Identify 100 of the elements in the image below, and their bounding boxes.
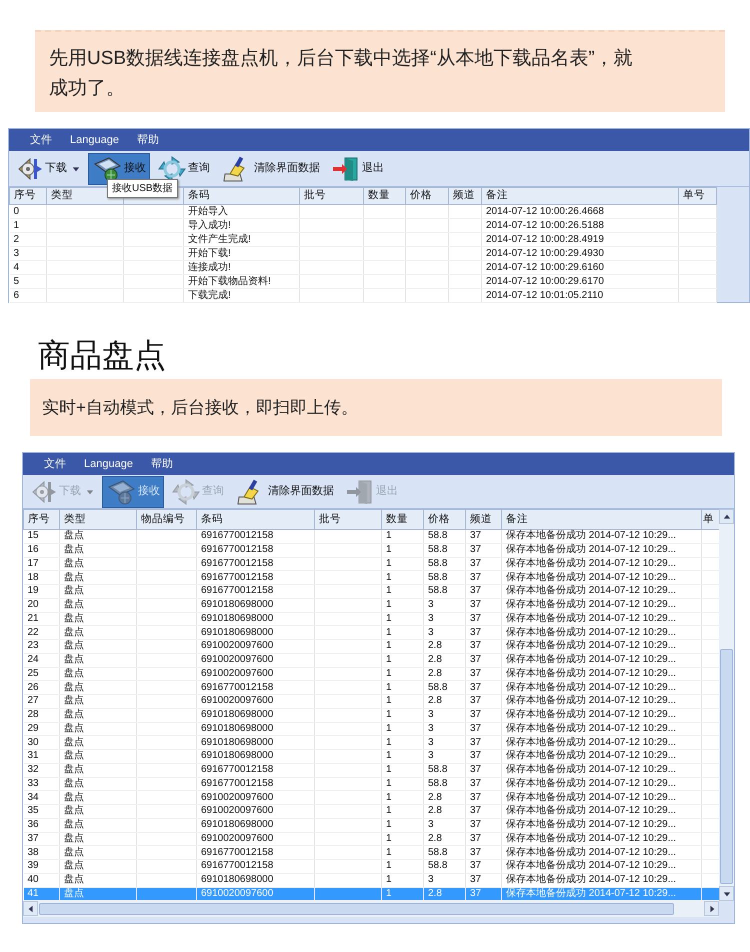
table-cell: 37: [466, 653, 502, 667]
table-cell: 盘点: [60, 653, 136, 667]
table-cell: 盘点: [60, 887, 136, 901]
table-cell: 保存本地备份成功 2014-07-12 10:29...: [502, 653, 702, 667]
table-cell: 2.8: [424, 832, 466, 846]
table-cell: 6910020097600: [196, 804, 314, 818]
table-cell: 2.8: [424, 694, 466, 708]
tooltip: 接收USB数据: [107, 179, 178, 198]
table-cell: 30: [24, 736, 60, 750]
table-cell: 盘点: [60, 598, 136, 612]
table-cell: 1: [382, 570, 424, 584]
table-cell: 58.8: [424, 530, 466, 544]
table-cell: 1: [382, 612, 424, 626]
table-cell: 58.8: [424, 846, 466, 860]
table-cell: 3: [10, 246, 46, 260]
table-cell: 6916770012158: [196, 763, 314, 777]
table-cell: 1: [382, 708, 424, 722]
table-cell: 盘点: [60, 763, 136, 777]
table-cell: 6916770012158: [196, 584, 314, 598]
table-cell: 37: [466, 570, 502, 584]
table-cell: 37: [466, 832, 502, 846]
table-cell: 盘点: [60, 694, 136, 708]
table-cell: 25: [24, 667, 60, 681]
table-cell: 37: [466, 750, 502, 764]
table-cell: 37: [466, 846, 502, 860]
table-cell: 盘点: [60, 750, 136, 764]
table-cell: 2.8: [424, 790, 466, 804]
table-cell: 2014-07-12 10:00:28.4919: [482, 232, 678, 246]
instruction-note: 先用USB数据线连接盘点机，后台下载中选择“从本地下载品名表”，就成功了。: [35, 30, 725, 112]
table-cell: 保存本地备份成功 2014-07-12 10:29...: [502, 763, 702, 777]
table-cell: 盘点: [60, 777, 136, 791]
table-cell: 开始下载物品资料!: [184, 274, 300, 288]
table-cell: 16: [24, 543, 60, 557]
table-cell: 保存本地备份成功 2014-07-12 10:29...: [502, 680, 702, 694]
table-cell: 36: [24, 818, 60, 832]
table-cell: 盘点: [60, 708, 136, 722]
table-cell: 盘点: [60, 543, 136, 557]
table-cell: 58.8: [424, 763, 466, 777]
table-cell: 6910180698000: [196, 612, 314, 626]
table-cell: 盘点: [60, 640, 136, 654]
table-cell: 1: [382, 887, 424, 901]
table-cell: 6916770012158: [196, 530, 314, 544]
table-cell: 37: [466, 543, 502, 557]
table-cell: 2014-07-12 10:00:26.4668: [482, 204, 678, 218]
table-cell: 6916770012158: [196, 680, 314, 694]
table-cell: 1: [382, 640, 424, 654]
table-cell: 15: [24, 530, 60, 544]
table-cell: 导入成功!: [184, 218, 300, 232]
table-cell: 37: [466, 777, 502, 791]
table-cell: 58.8: [424, 543, 466, 557]
table-cell: 1: [382, 777, 424, 791]
table-cell: 6910020097600: [196, 667, 314, 681]
table-cell: 保存本地备份成功 2014-07-12 10:29...: [502, 790, 702, 804]
table-cell: 6910180698000: [196, 626, 314, 640]
table-cell: 37: [466, 557, 502, 571]
table-cell: 保存本地备份成功 2014-07-12 10:29...: [502, 598, 702, 612]
table-cell: 2.8: [424, 887, 466, 901]
table-cell: 6910180698000: [196, 598, 314, 612]
table-cell: 58.8: [424, 570, 466, 584]
table-cell: 17: [24, 557, 60, 571]
table-cell: 3: [424, 612, 466, 626]
table-cell: 3: [424, 708, 466, 722]
table-cell: 1: [382, 626, 424, 640]
table-cell: 1: [382, 860, 424, 874]
table-cell: 37: [466, 584, 502, 598]
table-cell: 6910020097600: [196, 640, 314, 654]
table-cell: 1: [382, 832, 424, 846]
table-cell: 37: [466, 667, 502, 681]
table-cell: 3: [424, 598, 466, 612]
table-cell: 保存本地备份成功 2014-07-12 10:29...: [502, 860, 702, 874]
table-cell: 2.8: [424, 653, 466, 667]
table-cell: 保存本地备份成功 2014-07-12 10:29...: [502, 736, 702, 750]
table-cell: 22: [24, 626, 60, 640]
table-cell: 3: [424, 818, 466, 832]
table-cell: 6: [10, 288, 46, 302]
table-cell: 2014-07-12 10:00:29.6160: [482, 260, 678, 274]
table-cell: 3: [424, 736, 466, 750]
table-cell: 37: [466, 530, 502, 544]
table-cell: 37: [466, 694, 502, 708]
table-cell: 26: [24, 680, 60, 694]
table-cell: 2014-07-12 10:00:26.5188: [482, 218, 678, 232]
table-cell: 37: [466, 612, 502, 626]
table-cell: 盘点: [60, 557, 136, 571]
table-cell: 37: [466, 722, 502, 736]
table-cell: 29: [24, 722, 60, 736]
table-cell: 保存本地备份成功 2014-07-12 10:29...: [502, 846, 702, 860]
table-cell: 33: [24, 777, 60, 791]
table-cell: 38: [24, 846, 60, 860]
table-cell: 2014-07-12 10:00:29.6170: [482, 274, 678, 288]
table-cell: 保存本地备份成功 2014-07-12 10:29...: [502, 543, 702, 557]
table-cell: 1: [382, 653, 424, 667]
table-cell: 下载完成!: [184, 288, 300, 302]
table-cell: 37: [466, 887, 502, 901]
table-cell: 32: [24, 763, 60, 777]
table-cell: 保存本地备份成功 2014-07-12 10:29...: [502, 626, 702, 640]
table-cell: 37: [466, 873, 502, 887]
table-cell: 保存本地备份成功 2014-07-12 10:29...: [502, 640, 702, 654]
table-cell: 保存本地备份成功 2014-07-12 10:29...: [502, 708, 702, 722]
table-cell: 6910020097600: [196, 887, 314, 901]
table-cell: 40: [24, 873, 60, 887]
